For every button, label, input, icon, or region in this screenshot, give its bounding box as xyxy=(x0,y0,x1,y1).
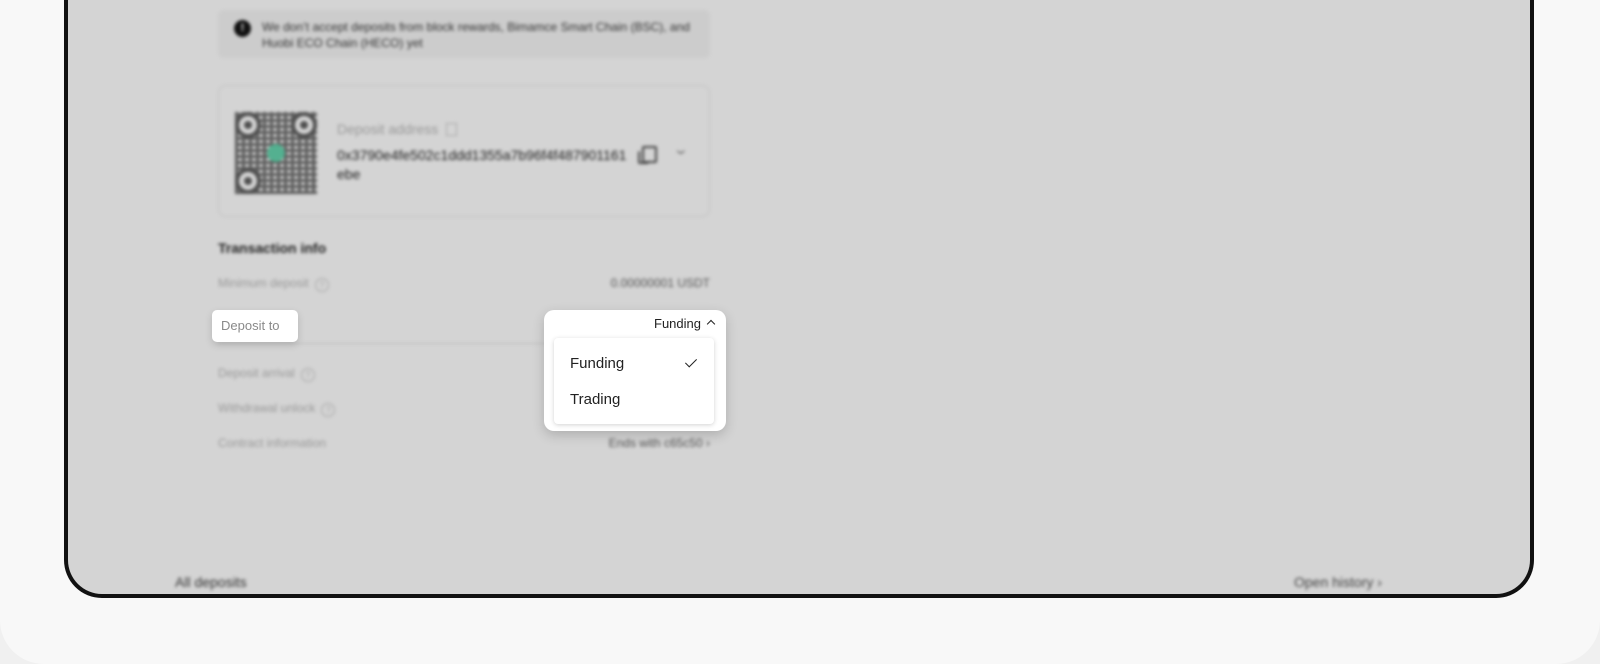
background-content: ! We don’t accept deposits from block re… xyxy=(68,0,1530,594)
deposit-address-label: Deposit address xyxy=(337,121,458,137)
deposit-to-label: Deposit to xyxy=(212,310,298,342)
withdrawal-unlock-label-text: Withdrawal unlock xyxy=(218,401,316,415)
help-icon[interactable]: ? xyxy=(300,368,315,382)
dropdown-menu: Funding Trading xyxy=(554,338,714,424)
withdrawal-unlock-label: Withdrawal unlock? xyxy=(218,401,336,417)
copy-icon[interactable] xyxy=(638,146,657,164)
option-funding[interactable]: Funding xyxy=(570,355,624,372)
contract-information-value-text: Ends with c65c50 xyxy=(608,436,703,450)
option-trading[interactable]: Trading xyxy=(570,391,620,408)
all-deposits-heading: All deposits xyxy=(175,574,247,590)
chevron-down-icon[interactable]: ⌄ xyxy=(673,141,689,158)
deposit-address-value: 0x3790e4fe502c1ddd1355a7b96f4f487901161e… xyxy=(337,147,627,182)
chevron-right-icon: › xyxy=(1377,574,1382,590)
open-history-text: Open history xyxy=(1294,574,1374,590)
open-history-link[interactable]: Open history › xyxy=(1294,574,1382,590)
deposit-to-dropdown[interactable]: Funding Funding Trading xyxy=(544,310,726,431)
deposit-address-label-text: Deposit address xyxy=(337,121,439,137)
minimum-deposit-label-text: Minimum deposit xyxy=(218,276,309,290)
contract-information-value[interactable]: Ends with c65c50 › xyxy=(609,436,710,450)
deposit-address-card: Deposit address 0x3790e4fe502c1ddd1355a7… xyxy=(218,85,710,217)
minimum-deposit-label: Minimum deposit? xyxy=(218,276,329,292)
deposit-arrival-label-text: Deposit arrival xyxy=(218,366,295,380)
device-frame: ! We don’t accept deposits from block re… xyxy=(64,0,1534,598)
help-icon[interactable]: ? xyxy=(314,278,329,292)
check-icon xyxy=(684,355,698,368)
transaction-info-title: Transaction info xyxy=(218,240,327,256)
info-icon: ! xyxy=(234,20,251,37)
deposit-arrival-label: Deposit arrival? xyxy=(218,366,315,382)
qr-code-image xyxy=(235,112,317,194)
dropdown-selected-text: Funding xyxy=(654,316,701,331)
notice-text: We don’t accept deposits from block rewa… xyxy=(262,20,690,50)
help-icon[interactable]: ? xyxy=(321,403,336,417)
chevron-right-icon: › xyxy=(706,436,710,450)
dropdown-selected-value[interactable]: Funding xyxy=(654,316,716,331)
document-icon[interactable] xyxy=(446,123,458,136)
chevron-up-icon xyxy=(706,319,716,329)
deposit-notice: ! We don’t accept deposits from block re… xyxy=(218,10,710,58)
usdt-logo-icon xyxy=(267,144,285,162)
minimum-deposit-value: 0.00000001 USDT xyxy=(610,276,710,290)
contract-information-label: Contract information xyxy=(218,436,327,450)
app-screen: ! We don’t accept deposits from block re… xyxy=(68,0,1530,594)
